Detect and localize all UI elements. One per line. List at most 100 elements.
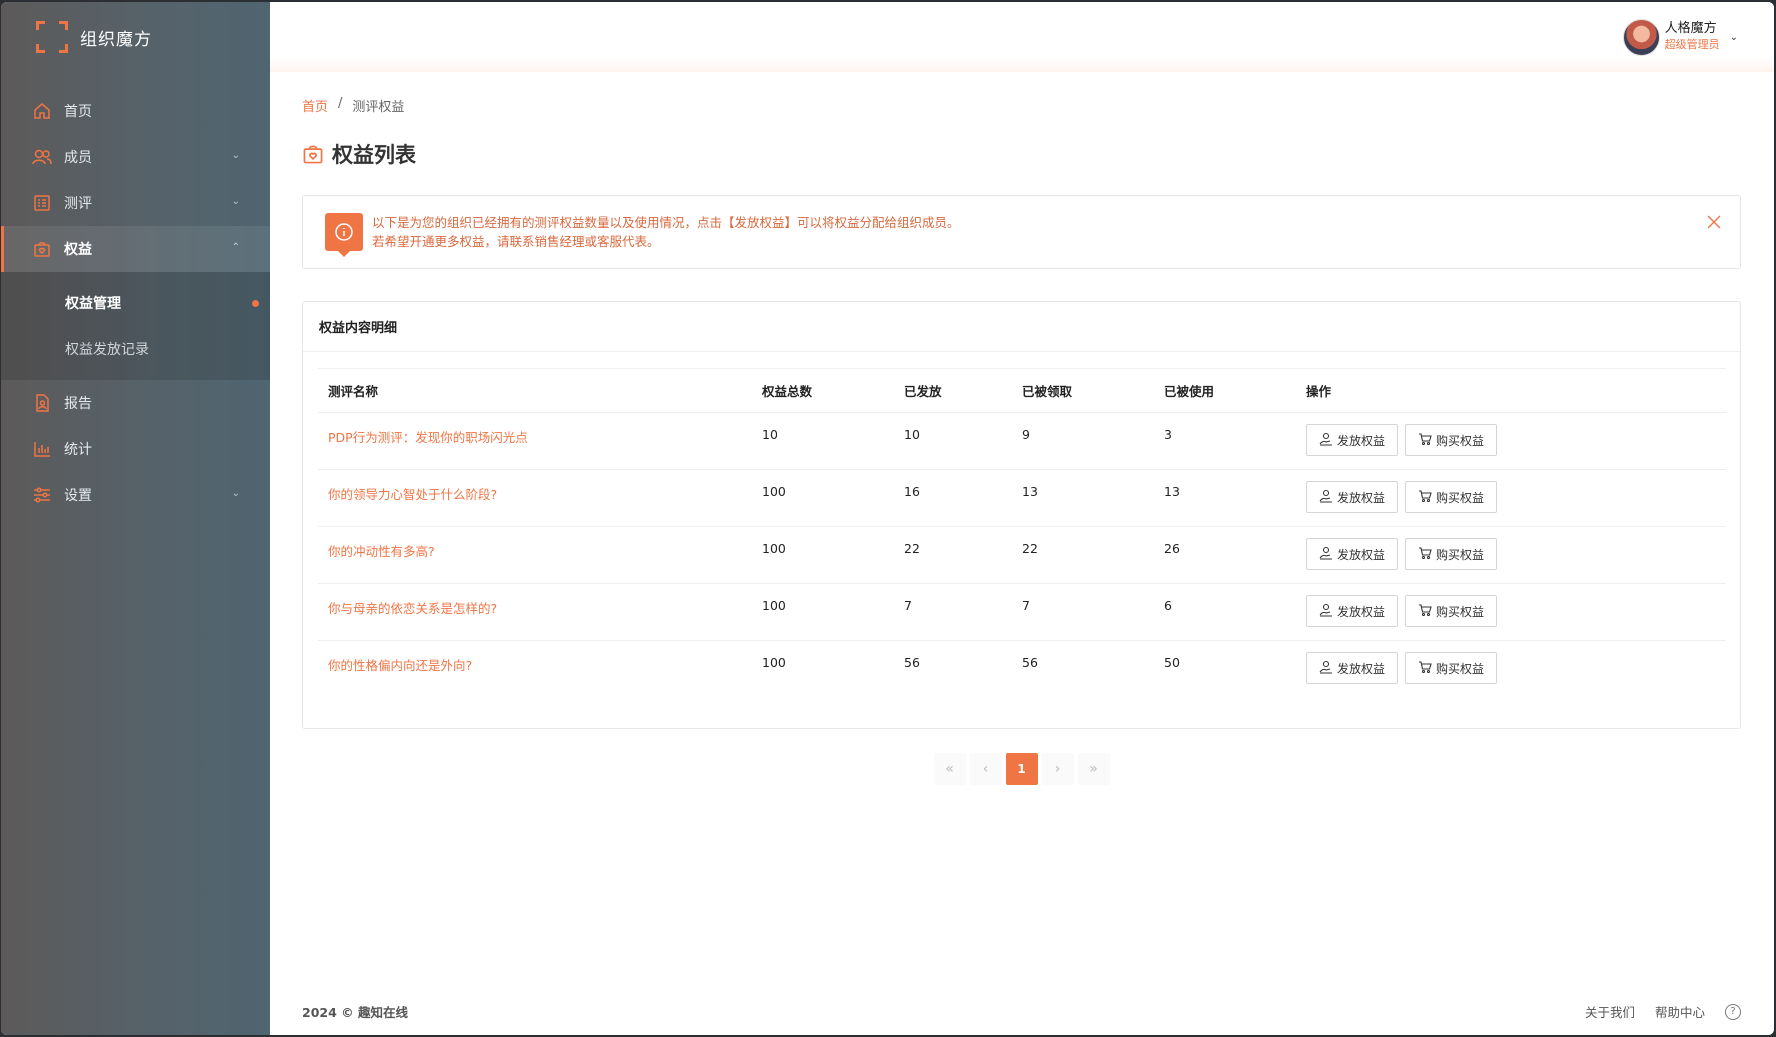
actions-cell: 发放权益 购买权益 <box>1296 583 1726 641</box>
pagination: « ‹ 1 › » <box>302 753 1741 785</box>
total-cell: 10 <box>752 412 894 470</box>
table-row: 你与母亲的依恋关系是怎样的? 100 7 7 6 发放权益 购买权益 <box>318 583 1726 641</box>
column-header: 操作 <box>1296 368 1726 413</box>
issue-benefit-button[interactable]: 发放权益 <box>1306 538 1399 570</box>
assessment-icon <box>32 193 52 213</box>
used-cell: 3 <box>1154 412 1296 470</box>
buy-benefit-button[interactable]: 购买权益 <box>1405 424 1498 456</box>
avatar <box>1622 18 1660 56</box>
info-alert: 以下是为您的组织已经拥有的测评权益数量以及使用情况，点击【发放权益】可以将权益分… <box>302 195 1741 269</box>
buy-benefit-button[interactable]: 购买权益 <box>1405 652 1498 684</box>
chevron-down-icon: ⌄ <box>231 150 240 161</box>
chevron-up-icon: ⌃ <box>231 242 240 253</box>
issued-cell: 10 <box>894 412 1012 470</box>
sidebar-item-members[interactable]: 成员 ⌄ <box>1 134 270 180</box>
close-icon[interactable] <box>1706 214 1722 230</box>
buy-benefit-button[interactable]: 购买权益 <box>1405 538 1498 570</box>
claimed-cell: 56 <box>1022 655 1038 670</box>
info-icon <box>325 213 363 257</box>
issued-cell: 7 <box>894 583 1012 641</box>
assessment-name-link[interactable]: 你的冲动性有多高? <box>318 526 752 584</box>
benefit-icon <box>302 143 324 165</box>
sidebar-item-home[interactable]: 首页 <box>1 88 270 134</box>
sidebar-item-assessment[interactable]: 测评 ⌄ <box>1 180 270 226</box>
sidebar-item-label: 报告 <box>64 396 92 412</box>
brand[interactable]: 组织魔方 <box>1 2 270 72</box>
sidebar-item-label: 统计 <box>64 442 92 458</box>
app-window: 组织魔方 首页 成员 ⌄ 测评 ⌄ 权益 ⌃ 权益管理 权益发放记录 报告 统计… <box>1 2 1774 1035</box>
first-page-button[interactable]: « <box>933 753 966 785</box>
sidebar-item-statistics[interactable]: 统计 <box>1 426 270 472</box>
actions-cell: 发放权益 购买权益 <box>1296 641 1726 698</box>
sidebar-subitem-label: 权益发放记录 <box>65 342 149 358</box>
issue-benefit-button[interactable]: 发放权益 <box>1306 481 1399 513</box>
user-info: 人格魔方 超级管理员 <box>1665 21 1720 53</box>
claimed-cell: 13 <box>1012 469 1154 527</box>
logo-icon <box>36 21 68 53</box>
issued-cell: 22 <box>894 526 1012 584</box>
button-label: 购买权益 <box>1436 604 1485 619</box>
card-title: 权益内容明细 <box>303 302 1740 352</box>
column-header: 已发放 <box>894 368 1012 413</box>
issue-icon <box>1319 546 1333 563</box>
assessment-name-link[interactable]: 你与母亲的依恋关系是怎样的? <box>318 583 752 641</box>
cart-icon <box>1418 432 1432 449</box>
column-header: 已被使用 <box>1154 368 1296 413</box>
button-label: 购买权益 <box>1436 661 1485 676</box>
button-label: 发放权益 <box>1337 604 1386 619</box>
issue-icon <box>1319 489 1333 506</box>
column-header: 测评名称 <box>318 368 752 413</box>
buy-benefit-button[interactable]: 购买权益 <box>1405 595 1498 627</box>
chevron-down-icon: ⌄ <box>231 488 240 499</box>
user-name: 人格魔方 <box>1664 21 1717 36</box>
help-icon[interactable]: ? <box>1725 1003 1741 1020</box>
table-row: PDP行为测评：发现你的职场闪光点 10 10 9 3 发放权益 购买权益 <box>318 412 1726 470</box>
sidebar-item-settings[interactable]: 设置 ⌄ <box>1 472 270 518</box>
breadcrumb-current: 测评权益 <box>352 100 405 115</box>
claimed-cell: 22 <box>1012 526 1154 584</box>
sidebar-item-label: 首页 <box>64 104 92 120</box>
active-dot-icon <box>252 300 259 307</box>
main-area: 人格魔方 超级管理员 ⌄ 首页 / 测评权益 权益列表 以下是为您的组织已经拥有… <box>270 2 1774 1035</box>
cart-icon <box>1418 489 1432 506</box>
assessment-name-link[interactable]: PDP行为测评：发现你的职场闪光点 <box>318 412 752 470</box>
page-title: 权益列表 <box>332 143 416 167</box>
issue-icon <box>1319 603 1333 620</box>
sidebar-subitem-issue-records[interactable]: 权益发放记录 <box>1 326 270 372</box>
buy-benefit-button[interactable]: 购买权益 <box>1405 481 1498 513</box>
page-button-current[interactable]: 1 <box>1005 753 1038 785</box>
actions-cell: 发放权益 购买权益 <box>1296 526 1726 584</box>
button-label: 发放权益 <box>1337 433 1386 448</box>
help-link[interactable]: 帮助中心 <box>1655 1002 1705 1021</box>
issue-benefit-button[interactable]: 发放权益 <box>1306 652 1399 684</box>
issue-icon <box>1319 660 1333 677</box>
issue-benefit-button[interactable]: 发放权益 <box>1306 424 1399 456</box>
used-cell: 6 <box>1154 583 1296 641</box>
alert-line-1: 以下是为您的组织已经拥有的测评权益数量以及使用情况，点击【发放权益】可以将权益分… <box>372 215 960 230</box>
sidebar-subitem-benefit-management[interactable]: 权益管理 <box>1 280 270 326</box>
claimed-cell: 9 <box>1012 412 1154 470</box>
user-menu[interactable]: 人格魔方 超级管理员 ⌄ <box>1622 18 1738 56</box>
used-cell: 50 <box>1164 655 1180 670</box>
alert-message: 以下是为您的组织已经拥有的测评权益数量以及使用情况，点击【发放权益】可以将权益分… <box>372 213 960 251</box>
breadcrumb-home-link[interactable]: 首页 <box>302 96 328 115</box>
users-icon <box>32 147 52 167</box>
next-page-button[interactable]: › <box>1041 753 1074 785</box>
sidebar-item-reports[interactable]: 报告 <box>1 380 270 426</box>
chart-icon <box>32 439 52 459</box>
footer-links: 关于我们 帮助中心 ? <box>1585 1002 1741 1021</box>
claimed-cell: 7 <box>1012 583 1154 641</box>
sidebar-item-benefits[interactable]: 权益 ⌃ <box>1 226 270 272</box>
column-header: 已被领取 <box>1012 368 1154 413</box>
chevron-down-icon: ⌄ <box>1729 31 1738 43</box>
benefits-card: 权益内容明细 测评名称 权益总数 已发放 已被领取 已被使用 操作 PDP行为测… <box>302 301 1741 729</box>
prev-page-button[interactable]: ‹ <box>969 753 1002 785</box>
report-icon <box>32 393 52 413</box>
assessment-name-link[interactable]: 你的领导力心智处于什么阶段? <box>318 469 752 527</box>
alert-line-2: 若希望开通更多权益，请联系销售经理或客服代表。 <box>372 234 660 249</box>
assessment-name-link[interactable]: 你的性格偏内向还是外向? <box>318 641 752 698</box>
benefit-icon <box>32 239 52 259</box>
about-link[interactable]: 关于我们 <box>1585 1002 1635 1021</box>
issue-benefit-button[interactable]: 发放权益 <box>1306 595 1399 627</box>
last-page-button[interactable]: » <box>1077 753 1110 785</box>
